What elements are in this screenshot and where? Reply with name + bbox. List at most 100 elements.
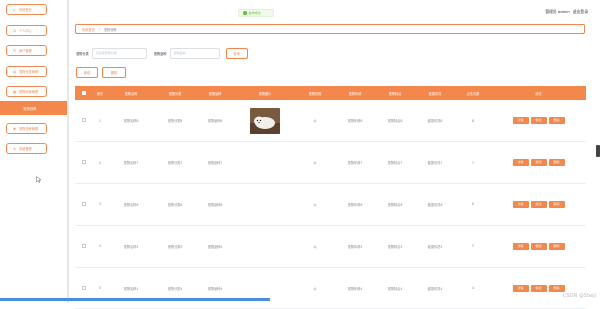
- sidebar-item-users[interactable]: ☰ 用户管理: [6, 45, 47, 56]
- edit-button[interactable]: 修改: [531, 159, 547, 166]
- cell-index: 3: [93, 184, 107, 226]
- sidebar-item-system[interactable]: ⚙ 系统管理: [6, 143, 47, 154]
- cell-image: [235, 100, 295, 142]
- logout-link[interactable]: 退出登录: [573, 9, 588, 15]
- cell-breed: 宠物品种6: [195, 184, 235, 226]
- category-label: 宠物分类: [76, 51, 89, 56]
- row-checkbox[interactable]: [82, 160, 86, 164]
- toast-text: 操作成功: [249, 11, 261, 15]
- main-scrollbar-thumb[interactable]: [596, 145, 600, 157]
- action-bar: 新增 删除: [76, 67, 126, 78]
- sidebar-item-profile[interactable]: ☺ 个人中心: [6, 25, 47, 36]
- row-select-cell[interactable]: [75, 142, 93, 184]
- column-header: 宠物图片: [235, 86, 295, 100]
- home-icon: ⌂: [13, 8, 17, 12]
- chevron-down-icon: ⌄: [140, 51, 143, 55]
- breed-input[interactable]: 宠物品种: [170, 48, 220, 59]
- cell-feature: 宠物特点6: [375, 184, 415, 226]
- column-header: 点击次数: [455, 86, 491, 100]
- category-select-placeholder: 请选择宠物分类: [96, 51, 117, 55]
- row-select-cell[interactable]: [75, 225, 93, 267]
- edit-button[interactable]: 修改: [531, 243, 547, 250]
- breadcrumb-home[interactable]: 系统首页: [82, 27, 95, 32]
- edit-button[interactable]: 修改: [531, 285, 547, 292]
- users-icon: ☰: [13, 49, 17, 53]
- cell-index: 1: [93, 100, 107, 142]
- sidebar-subitem-label: 宠物领养: [23, 106, 37, 111]
- cell-health: 健康情况8: [415, 100, 455, 142]
- detail-button[interactable]: 详情: [513, 201, 529, 208]
- success-toast: 操作成功: [238, 9, 274, 17]
- select-all-header[interactable]: [75, 86, 93, 100]
- add-button[interactable]: 新增: [76, 67, 98, 78]
- column-header: 宠物特点: [375, 86, 415, 100]
- cell-category: 宠物分类8: [155, 100, 195, 142]
- topbar: 管理员 admin 退出登录: [69, 0, 600, 24]
- category-select[interactable]: 请选择宠物分类 ⌄: [92, 48, 147, 59]
- detail-button[interactable]: 详情: [513, 243, 529, 250]
- sidebar-item-shop[interactable]: ▦ 宠物商城管理: [6, 86, 47, 97]
- column-header: 索引: [93, 86, 107, 100]
- row-select-cell[interactable]: [75, 184, 93, 226]
- cell-gender: 公: [295, 225, 335, 267]
- row-select-cell[interactable]: [75, 100, 93, 142]
- sidebar-item-adopt-manage[interactable]: ♥ 宠物领养管理: [6, 123, 47, 134]
- success-check-icon: [243, 11, 247, 15]
- cell-gender: 公: [295, 142, 335, 184]
- table-row: 3宠物名称6宠物分类6宠物品种6公宠物年龄6宠物特点6健康情况66详情修改删除: [75, 184, 586, 226]
- column-header: 宠物分类: [155, 86, 195, 100]
- cell-feature: 宠物特点7: [375, 142, 415, 184]
- sidebar-item-label: 宠物分类管理: [19, 69, 38, 74]
- sidebar-item-label: 系统首页: [19, 7, 32, 12]
- cell-age: 宠物年龄5: [335, 225, 375, 267]
- sidebar-item-home[interactable]: ⌂ 系统首页: [6, 4, 47, 15]
- row-checkbox[interactable]: [82, 202, 86, 206]
- cell-age: 宠物年龄8: [335, 100, 375, 142]
- row-delete-button[interactable]: 删除: [549, 201, 565, 208]
- category-icon: ▤: [13, 70, 17, 74]
- search-button[interactable]: 查询: [226, 48, 248, 59]
- delete-button[interactable]: 删除: [102, 67, 126, 78]
- detail-button[interactable]: 详情: [513, 285, 529, 292]
- row-delete-button[interactable]: 删除: [549, 243, 565, 250]
- sidebar-subitem-adopt[interactable]: 宠物领养: [0, 101, 68, 115]
- pet-table: 索引 宠物名称 宠物分类 宠物品种 宠物图片 宠物性别 宠物年龄 宠物特点 健康…: [75, 86, 586, 309]
- cell-name: 宠物名称6: [107, 184, 155, 226]
- detail-button[interactable]: 详情: [513, 159, 529, 166]
- row-delete-button[interactable]: 删除: [549, 117, 565, 124]
- sidebar-item-label: 宠物商城管理: [19, 89, 38, 94]
- taskbar-strip: [0, 298, 270, 301]
- cell-breed: 宠物品种7: [195, 142, 235, 184]
- row-delete-button[interactable]: 删除: [549, 285, 565, 292]
- user-name: 管理员 admin: [545, 9, 570, 15]
- watermark: CSDN @Sheji: [563, 293, 596, 299]
- sidebar-item-label: 宠物领养管理: [19, 126, 38, 131]
- edit-button[interactable]: 修改: [531, 201, 547, 208]
- sidebar-item-label: 个人中心: [19, 28, 32, 33]
- sidebar-scrollbar[interactable]: [67, 0, 69, 303]
- edit-button[interactable]: 修改: [531, 117, 547, 124]
- cell-image: [235, 184, 295, 226]
- shop-icon: ▦: [13, 90, 17, 94]
- cell-clicks: 7: [455, 142, 491, 184]
- table-row: 2宠物名称7宠物分类7宠物品种7公宠物年龄7宠物特点7健康情况77详情修改删除: [75, 142, 586, 184]
- row-checkbox[interactable]: [82, 118, 86, 122]
- table-row: 4宠物名称5宠物分类5宠物品种5公宠物年龄5宠物特点5健康情况55详情修改删除: [75, 225, 586, 267]
- cell-gender: 公: [295, 100, 335, 142]
- select-all-checkbox[interactable]: [82, 91, 86, 95]
- detail-button[interactable]: 详情: [513, 117, 529, 124]
- breadcrumb-current: 宠物领养: [104, 27, 117, 32]
- sidebar-item-category[interactable]: ▤ 宠物分类管理: [6, 66, 47, 77]
- cell-gender: 公: [295, 184, 335, 226]
- cell-clicks: 6: [455, 184, 491, 226]
- row-checkbox[interactable]: [82, 286, 86, 290]
- row-delete-button[interactable]: 删除: [549, 159, 565, 166]
- row-checkbox[interactable]: [82, 244, 86, 248]
- column-header: 健康情况: [415, 86, 455, 100]
- cell-age: 宠物年龄7: [335, 142, 375, 184]
- cell-clicks: 8: [455, 100, 491, 142]
- cell-index: 4: [93, 225, 107, 267]
- delete-button-label: 删除: [111, 70, 117, 75]
- pet-photo: [250, 108, 280, 134]
- cell-operations: 详情修改删除: [491, 225, 586, 267]
